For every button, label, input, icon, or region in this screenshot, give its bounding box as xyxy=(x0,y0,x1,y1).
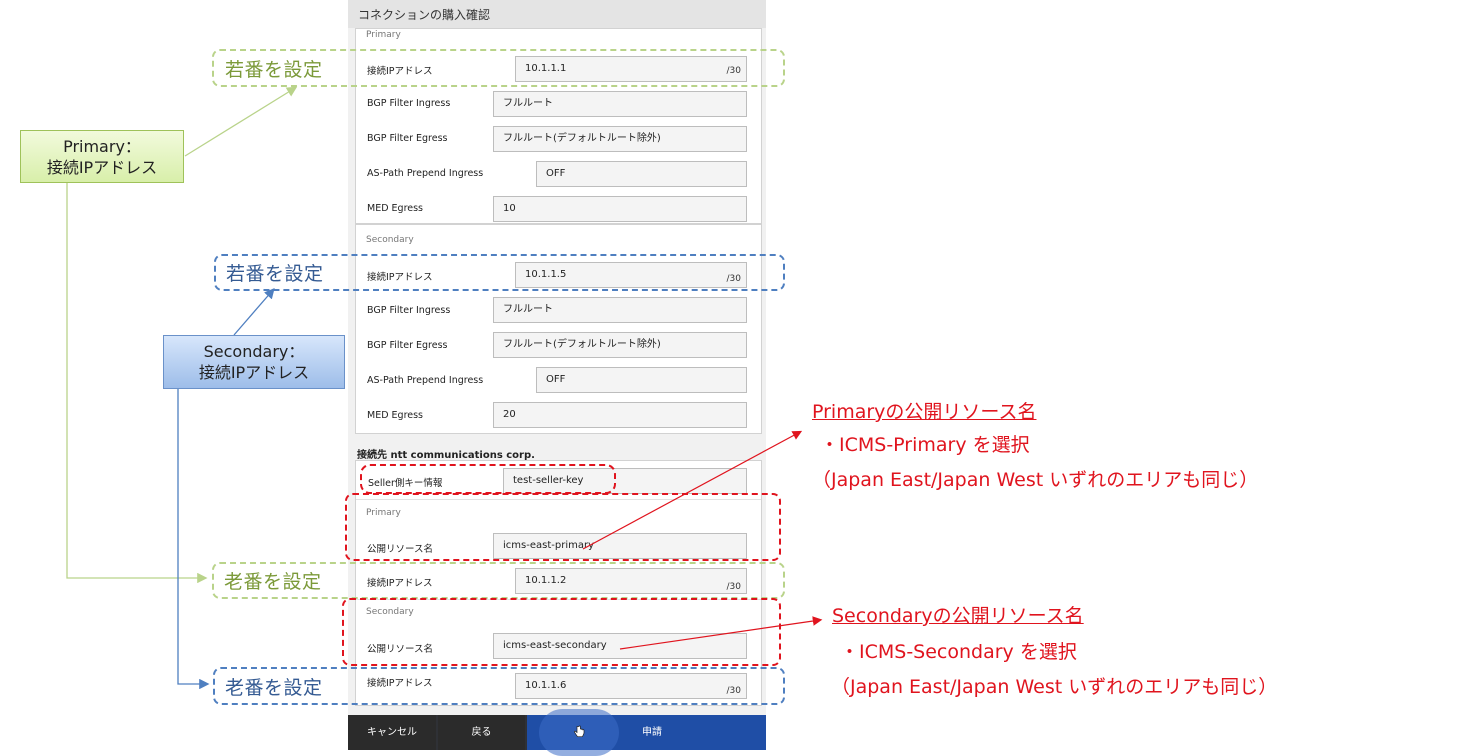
callout-primary-ip: Primary： 接続IPアドレス xyxy=(20,130,184,183)
note-primary-line1: ・ICMS-Primary を選択 xyxy=(820,434,1030,456)
old-number-tag-secondary: 老番を設定 xyxy=(225,677,323,699)
callout-secondary-line1: Secondary： xyxy=(203,342,305,361)
callout-primary-line1: Primary： xyxy=(63,137,141,156)
young-number-tag-secondary: 若番を設定 xyxy=(226,263,324,285)
callout-primary-line2: 接続IPアドレス xyxy=(46,158,158,177)
highlight-seller-key xyxy=(360,464,616,494)
old-number-tag-primary: 老番を設定 xyxy=(224,571,322,593)
note-primary-line2: （Japan East/Japan West いずれのエリアも同じ） xyxy=(812,469,1259,491)
highlight-conn-secondary xyxy=(342,598,781,666)
note-primary-title: Primaryの公開リソース名 xyxy=(812,401,1037,423)
highlight-conn-primary xyxy=(345,493,781,561)
note-secondary-line2: （Japan East/Japan West いずれのエリアも同じ） xyxy=(831,676,1278,698)
young-number-tag-primary: 若番を設定 xyxy=(225,59,323,81)
note-secondary-title: Secondaryの公開リソース名 xyxy=(832,605,1084,627)
note-secondary-line1: ・ICMS-Secondary を選択 xyxy=(840,641,1077,663)
callout-secondary-ip: Secondary： 接続IPアドレス xyxy=(163,335,345,389)
callout-secondary-line2: 接続IPアドレス xyxy=(198,363,310,382)
